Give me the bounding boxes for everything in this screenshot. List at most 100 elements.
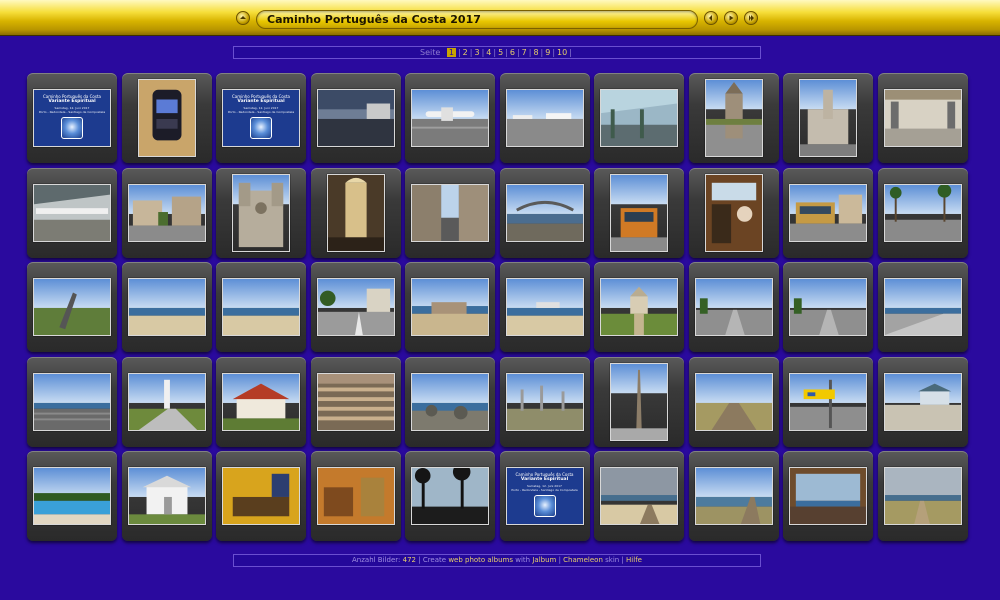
thumbnail-cell[interactable] (121, 73, 212, 163)
photo-thumbnail[interactable] (505, 89, 584, 147)
thumbnail-cell[interactable] (121, 167, 212, 258)
thumbnail-cell[interactable] (121, 262, 212, 352)
album-cover-thumbnail[interactable]: Caminho Português da Costa Variante Espir… (222, 89, 300, 147)
photo-thumbnail[interactable] (411, 183, 489, 242)
thumbnail-cell[interactable] (405, 262, 495, 352)
thumbnail-cell[interactable] (594, 73, 684, 163)
thumbnail-cell[interactable] (783, 262, 873, 352)
thumbnail-cell[interactable] (216, 167, 306, 258)
thumbnail-cell[interactable] (499, 73, 590, 163)
photo-thumbnail[interactable] (704, 79, 763, 157)
play-slideshow-button[interactable] (724, 11, 738, 25)
page-link-8[interactable]: 8 (533, 48, 538, 57)
album-cover-thumbnail[interactable]: Caminho Português da Costa Variante Espir… (505, 467, 584, 525)
chameleon-skin-link[interactable]: Chameleon (563, 556, 603, 564)
thumbnail-cell[interactable] (877, 451, 968, 541)
thumbnail-cell[interactable] (783, 73, 873, 163)
album-cover-thumbnail[interactable]: Caminho Português da Costa Variante Espir… (33, 89, 111, 147)
thumbnail-cell[interactable] (688, 73, 779, 163)
photo-thumbnail[interactable] (694, 372, 773, 431)
thumbnail-cell[interactable] (688, 356, 779, 447)
photo-thumbnail[interactable] (600, 278, 678, 336)
photo-thumbnail[interactable] (411, 467, 489, 525)
photo-thumbnail[interactable] (789, 278, 867, 336)
photo-thumbnail[interactable] (694, 467, 773, 525)
photo-thumbnail[interactable] (789, 183, 867, 242)
thumbnail-cell[interactable] (405, 451, 495, 541)
photo-thumbnail[interactable] (799, 79, 857, 157)
thumbnail-cell[interactable] (405, 73, 495, 163)
thumbnail-cell[interactable] (499, 167, 590, 258)
page-link-5[interactable]: 5 (498, 48, 503, 57)
photo-thumbnail[interactable] (789, 467, 867, 525)
thumbnail-cell[interactable] (310, 356, 401, 447)
photo-thumbnail[interactable] (411, 89, 489, 147)
photo-thumbnail[interactable] (505, 372, 584, 431)
thumbnail-cell[interactable] (594, 262, 684, 352)
thumbnail-cell[interactable] (877, 73, 968, 163)
photo-thumbnail[interactable] (883, 183, 962, 242)
thumbnail-cell[interactable] (688, 451, 779, 541)
photo-thumbnail[interactable] (222, 372, 300, 431)
thumbnail-cell[interactable] (121, 451, 212, 541)
web-photo-albums-link[interactable]: web photo albums (448, 556, 513, 564)
photo-thumbnail[interactable] (316, 89, 395, 147)
page-link-2[interactable]: 2 (463, 48, 468, 57)
photo-thumbnail[interactable] (610, 362, 668, 441)
photo-thumbnail[interactable] (610, 173, 668, 252)
photo-thumbnail[interactable] (883, 89, 962, 147)
thumbnail-cell[interactable] (499, 356, 590, 447)
photo-thumbnail[interactable] (316, 372, 395, 431)
photo-thumbnail[interactable] (411, 278, 489, 336)
photo-thumbnail[interactable] (411, 372, 489, 431)
thumbnail-cell[interactable] (405, 167, 495, 258)
chevron-up-icon[interactable] (236, 11, 250, 25)
help-link[interactable]: Hilfe (626, 556, 642, 564)
thumbnail-cell[interactable] (216, 356, 306, 447)
thumbnail-cell[interactable] (594, 451, 684, 541)
jalbum-link[interactable]: Jalbum (532, 556, 556, 564)
thumbnail-cell[interactable] (877, 167, 968, 258)
thumbnail-cell[interactable] (27, 451, 117, 541)
thumbnail-cell[interactable] (310, 73, 401, 163)
thumbnail-cell[interactable] (310, 262, 401, 352)
thumbnail-cell[interactable] (310, 167, 401, 258)
thumbnail-cell[interactable]: Caminho Português da Costa Variante Espir… (27, 73, 117, 163)
thumbnail-cell[interactable] (27, 167, 117, 258)
photo-thumbnail[interactable] (316, 278, 395, 336)
photo-thumbnail[interactable] (232, 173, 290, 252)
photo-thumbnail[interactable] (505, 183, 584, 242)
thumbnail-cell[interactable] (688, 262, 779, 352)
thumbnail-cell[interactable] (783, 356, 873, 447)
photo-thumbnail[interactable] (33, 183, 111, 242)
photo-thumbnail[interactable] (127, 467, 206, 525)
photo-thumbnail[interactable] (33, 372, 111, 431)
photo-thumbnail[interactable] (33, 467, 111, 525)
photo-thumbnail[interactable] (326, 173, 385, 252)
thumbnail-cell[interactable] (310, 451, 401, 541)
thumbnail-cell[interactable] (216, 262, 306, 352)
photo-thumbnail[interactable] (137, 79, 196, 157)
thumbnail-cell[interactable]: Caminho Português da Costa Variante Espir… (216, 73, 306, 163)
photo-thumbnail[interactable] (789, 372, 867, 431)
page-link-6[interactable]: 6 (510, 48, 515, 57)
photo-thumbnail[interactable] (694, 278, 773, 336)
thumbnail-cell[interactable] (783, 167, 873, 258)
thumbnail-cell[interactable] (594, 167, 684, 258)
thumbnail-cell[interactable] (27, 262, 117, 352)
page-link-10[interactable]: 10 (557, 48, 567, 57)
page-link-7[interactable]: 7 (522, 48, 527, 57)
photo-thumbnail[interactable] (222, 467, 300, 525)
thumbnail-cell[interactable]: Caminho Português da Costa Variante Espir… (499, 451, 590, 541)
photo-thumbnail[interactable] (704, 173, 763, 252)
photo-thumbnail[interactable] (883, 372, 962, 431)
thumbnail-cell[interactable] (121, 356, 212, 447)
photo-thumbnail[interactable] (316, 467, 395, 525)
photo-thumbnail[interactable] (127, 183, 206, 242)
next-button[interactable] (744, 11, 758, 25)
previous-button[interactable] (704, 11, 718, 25)
thumbnail-cell[interactable] (594, 356, 684, 447)
page-link-3[interactable]: 3 (474, 48, 479, 57)
thumbnail-cell[interactable] (688, 167, 779, 258)
photo-thumbnail[interactable] (127, 278, 206, 336)
